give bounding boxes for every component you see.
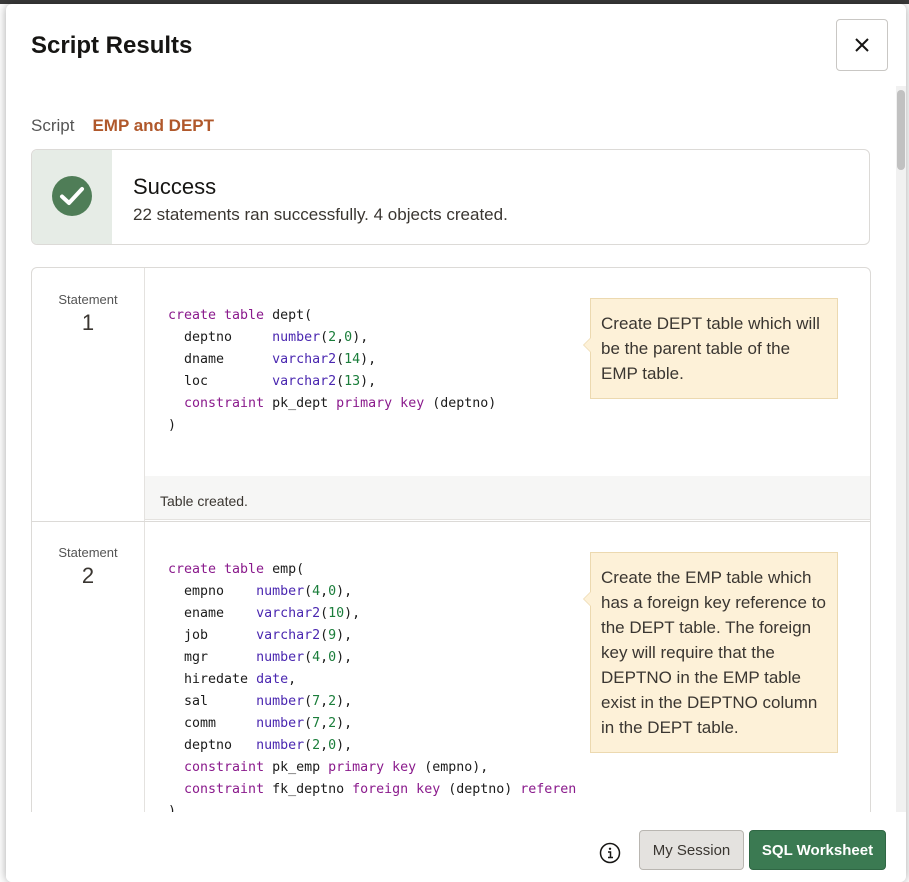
statement-label: Statement <box>58 292 118 307</box>
script-label: Script <box>31 116 75 135</box>
scrollbar-thumb[interactable] <box>897 90 905 170</box>
success-icon-cell <box>32 150 112 244</box>
check-circle-icon <box>52 176 92 216</box>
statement-result-bar: Table created. <box>145 476 870 520</box>
my-session-button[interactable]: My Session <box>639 830 744 870</box>
dialog-header: Script Results <box>6 4 906 90</box>
script-line: Script EMP and DEPT <box>31 116 214 136</box>
sql-worksheet-button[interactable]: SQL Worksheet <box>749 830 886 870</box>
close-button[interactable] <box>836 19 888 71</box>
statement-number-column: Statement 2 <box>32 522 145 812</box>
dialog-footer: My Session SQL Worksheet <box>6 812 906 882</box>
statement-row: Statement 2 create table emp( empno numb… <box>32 522 870 812</box>
statement-callout: Create the EMP table which has a foreign… <box>583 552 838 753</box>
statement-number-column: Statement 1 <box>32 268 145 521</box>
statement-callout: Create DEPT table which will be the pare… <box>583 298 838 399</box>
scrollbar[interactable] <box>896 86 906 814</box>
statement-number: 1 <box>81 310 95 335</box>
success-banner: Success 22 statements ran successfully. … <box>31 149 870 245</box>
statement-label: Statement <box>58 545 118 560</box>
statement-result: Table created. <box>160 493 248 509</box>
dialog-title: Script Results <box>31 32 193 59</box>
statements-list: Statement 1 create table dept( deptno nu… <box>31 267 871 812</box>
success-message: 22 statements ran successfully. 4 object… <box>133 205 508 224</box>
close-icon <box>855 38 869 52</box>
sql-code: create table dept( deptno number(2,0), d… <box>168 308 497 433</box>
sql-code: create table emp( empno number(4,0), ena… <box>168 562 576 812</box>
success-title: Success <box>133 174 217 199</box>
statement-row: Statement 1 create table dept( deptno nu… <box>32 268 870 522</box>
script-results-dialog: Script Results Script EMP and DEPT Succes… <box>6 4 906 882</box>
statement-number: 2 <box>81 563 95 588</box>
info-icon[interactable] <box>599 842 621 864</box>
script-name-link[interactable]: EMP and DEPT <box>92 116 214 135</box>
dialog-body: Script EMP and DEPT Success 22 statements… <box>6 90 894 812</box>
